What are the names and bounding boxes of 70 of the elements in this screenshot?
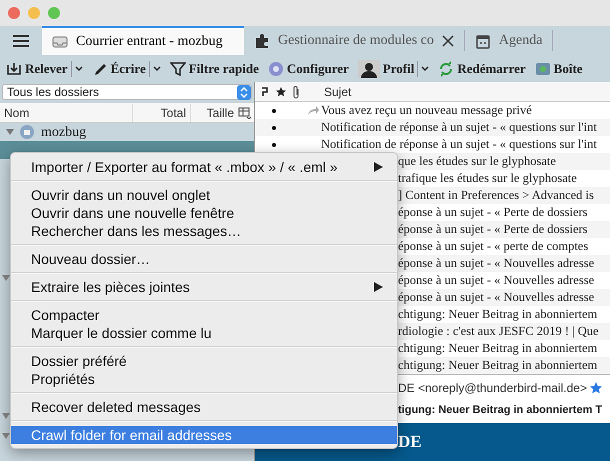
toolbar-button[interactable]: Profil — [358, 58, 414, 78]
submenu-arrow-icon — [374, 162, 383, 172]
twisty-icon — [2, 274, 10, 282]
menu-item[interactable]: Importer / Exporter au format « .mbox » / « .eml » — [11, 158, 397, 176]
thread-icon — [260, 86, 270, 96]
filter-icon — [170, 60, 186, 76]
banner-text: DE — [397, 431, 422, 454]
menu-item[interactable]: Compacter — [11, 306, 397, 324]
menu-item[interactable]: Crawl folder for email addresses — [11, 426, 397, 444]
menu-item[interactable]: Ouvrir dans un nouvel onglet — [11, 186, 397, 204]
tab[interactable]: Agenda — [464, 30, 554, 51]
read-status-dot-icon — [272, 126, 276, 130]
dropdown-button[interactable] — [417, 60, 430, 76]
twisty-icon — [2, 432, 10, 440]
message-subject[interactable]: trafique les études sur le glyphosate — [398, 169, 577, 188]
toolbar-button[interactable]: Configurer — [268, 58, 349, 78]
sender-address: DE <noreply@thunderbird-mail.de> — [398, 380, 587, 397]
puzzle-icon — [254, 32, 270, 48]
toolbar-button[interactable]: Relever — [6, 58, 68, 78]
download-icon — [6, 60, 22, 76]
caret-icon — [152, 66, 161, 72]
calendar-icon — [474, 32, 491, 48]
folder-selector[interactable]: Tous les dossiers — [2, 84, 252, 100]
message-subject[interactable]: éponse à un sujet - « Nouvelles adresse — [398, 271, 594, 290]
menu-item[interactable]: Ouvrir dans une nouvelle fenêtre — [11, 204, 397, 222]
message-subject[interactable]: Notification de réponse à un sujet - « questions sur l'int — [321, 135, 597, 154]
avatar-icon — [358, 60, 380, 78]
account-icon — [19, 124, 35, 140]
message-subject[interactable]: chtigung: Neuer Beitrag in abonniertem — [398, 305, 598, 324]
twisty-icon — [2, 412, 10, 420]
menu-icon — [13, 34, 29, 48]
close-icon — [442, 34, 454, 46]
menu-item[interactable]: Nouveau dossier… — [11, 250, 397, 268]
column-header[interactable]: Taille — [190, 104, 238, 122]
folder-row[interactable]: mozbug — [0, 123, 254, 141]
menu-item[interactable]: Dossier préféré — [11, 352, 397, 370]
toolbar-button[interactable]: Filtre rapide — [170, 58, 259, 78]
dropdown-button[interactable] — [148, 60, 161, 76]
toolbar-button[interactable]: Boîte — [534, 58, 583, 78]
stepper-icon — [237, 84, 251, 100]
message-subject-header: tigung: Neuer Beitrag in abonniertem T — [397, 403, 604, 418]
column-header[interactable]: Total — [132, 104, 190, 122]
menu-item[interactable]: Recover deleted messages — [11, 398, 397, 416]
read-status-dot-icon — [272, 108, 276, 112]
message-subject[interactable]: éponse à un sujet - « perte de comptes — [398, 237, 588, 256]
read-status-dot-icon — [272, 142, 276, 146]
message-subject[interactable]: éponse à un sujet - « Perte de dossiers — [398, 203, 588, 222]
tab[interactable]: Gestionnaire de modules co — [244, 30, 465, 51]
refresh-icon — [438, 60, 454, 76]
menu-item[interactable]: Extraire les pièces jointes — [11, 278, 397, 296]
column-picker-icon — [238, 106, 252, 118]
message-subject[interactable]: Vous avez reçu un nouveau message privé — [321, 101, 532, 120]
box-icon — [534, 60, 551, 76]
caret-icon — [421, 66, 430, 72]
caret-icon — [74, 66, 83, 72]
inbox-tray-icon — [52, 34, 68, 50]
tab[interactable]: Courrier entrant - mozbug — [42, 26, 244, 55]
reply-icon — [307, 106, 319, 116]
star-icon — [276, 86, 286, 96]
dropdown-button[interactable] — [70, 60, 83, 76]
submenu-arrow-icon — [374, 282, 383, 292]
menu-item[interactable]: Rechercher dans les messages… — [11, 222, 397, 240]
column-header[interactable]: Nom — [0, 104, 132, 122]
toolbar-button[interactable]: Écrire — [92, 58, 146, 78]
attachment-icon — [292, 84, 300, 98]
column-header[interactable]: Sujet — [324, 82, 352, 100]
message-subject[interactable]: chtigung: Neuer Beitrag in abonniertem — [398, 339, 598, 358]
menu-item[interactable]: Marquer le dossier comme lu — [11, 324, 397, 342]
menu-item[interactable]: Propriétés — [11, 370, 397, 388]
toolbar-button[interactable]: Redémarrer — [438, 58, 526, 78]
